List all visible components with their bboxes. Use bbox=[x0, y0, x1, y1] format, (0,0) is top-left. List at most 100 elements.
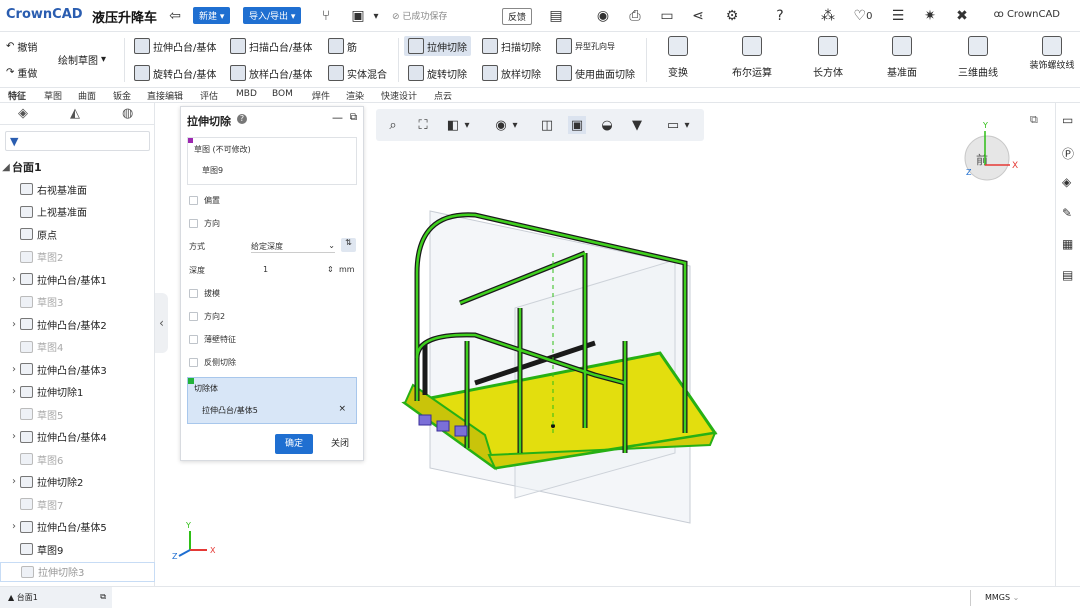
direction-checkbox[interactable]: 方向 bbox=[189, 218, 220, 229]
sketch-button[interactable]: 绘制草图 ▾ bbox=[58, 49, 106, 69]
surface-cut-button[interactable]: 使用曲面切除 bbox=[556, 63, 635, 83]
tree-item[interactable]: 上视基准面 bbox=[0, 202, 155, 222]
tree-item[interactable]: 草图2 bbox=[0, 247, 155, 267]
chevron-right-icon[interactable]: › bbox=[8, 364, 20, 375]
tree-item[interactable]: › 拉伸凸台/基体5 bbox=[0, 517, 155, 537]
feature-tree-icon[interactable]: ◈ bbox=[18, 106, 34, 122]
chevron-right-icon[interactable]: › bbox=[8, 319, 20, 330]
solid-mix-button[interactable]: 实体混合 bbox=[328, 63, 387, 83]
curve3d-button[interactable]: 三维曲线 bbox=[948, 36, 1008, 79]
save-dropdown-icon[interactable]: ▾ bbox=[370, 6, 382, 26]
loft-cut-button[interactable]: 放样切除 bbox=[482, 63, 541, 83]
flip-cut-checkbox[interactable]: 反侧切除 bbox=[189, 357, 236, 368]
branch-icon[interactable]: ⑂ bbox=[316, 6, 336, 26]
sweep-cut-button[interactable]: 扫描切除 bbox=[482, 36, 541, 56]
draft-checkbox[interactable]: 拔模 bbox=[189, 288, 220, 299]
loft-boss-button[interactable]: 放样凸台/基体 bbox=[230, 63, 312, 83]
tree-item[interactable]: › 拉伸凸台/基体4 bbox=[0, 427, 155, 447]
tab-surface[interactable]: 曲面 bbox=[78, 89, 96, 102]
minimize-icon[interactable]: — bbox=[332, 111, 343, 124]
comment-icon[interactable]: ▭ bbox=[657, 6, 677, 26]
eye-icon[interactable]: ◉ bbox=[492, 116, 510, 134]
tab-weldment[interactable]: 焊件 bbox=[312, 89, 330, 102]
print-icon[interactable]: ⎙ bbox=[625, 6, 645, 26]
parts-p-icon[interactable]: Ⓟ bbox=[1062, 145, 1075, 161]
tree-item[interactable]: › 拉伸切除2 bbox=[0, 472, 155, 492]
tab-direct-edit[interactable]: 直接编辑 bbox=[147, 89, 183, 102]
direction2-checkbox[interactable]: 方向2 bbox=[189, 311, 225, 322]
chevron-down-icon[interactable]: ▾ bbox=[510, 116, 520, 134]
rib-button[interactable]: 筋 bbox=[328, 36, 357, 56]
tab-point-cloud[interactable]: 点云 bbox=[434, 89, 452, 102]
undo-button[interactable]: ↶ 撤销 bbox=[6, 36, 37, 56]
tree-root[interactable]: ◢ 台面1 bbox=[0, 157, 155, 177]
folder-icon[interactable]: ▭ bbox=[1062, 113, 1075, 127]
display-icon[interactable]: ▤ bbox=[546, 6, 566, 26]
display-manager-icon[interactable]: ◍ bbox=[122, 106, 138, 122]
maximize-icon[interactable]: ⧉ bbox=[350, 112, 357, 123]
fit-view-icon[interactable]: ⛶ bbox=[414, 116, 432, 134]
thread-button[interactable]: 装饰螺纹线 bbox=[1024, 36, 1080, 71]
tree-item[interactable]: 草图4 bbox=[0, 337, 155, 357]
document-tab[interactable]: ▲ 台面1 ⧉ bbox=[0, 587, 112, 608]
redo-button[interactable]: ↷ 重做 bbox=[6, 62, 37, 82]
cut-body-selection-box[interactable]: 切除体 拉伸凸台/基体5 × bbox=[187, 377, 357, 424]
thin-feature-checkbox[interactable]: 薄壁特征 bbox=[189, 334, 236, 345]
tab-render[interactable]: 渲染 bbox=[346, 89, 364, 102]
tree-item[interactable]: 草图7 bbox=[0, 494, 155, 514]
revolve-cut-button[interactable]: 旋转切除 bbox=[408, 63, 467, 83]
help-icon[interactable]: ? bbox=[770, 6, 790, 26]
like-button[interactable]: ♡ 0 bbox=[848, 6, 878, 26]
wrench-icon[interactable]: ✎ bbox=[1062, 206, 1075, 220]
tree-item[interactable]: 拉伸切除3 bbox=[0, 561, 155, 582]
hole-wizard-button[interactable]: 异型孔向导 bbox=[556, 36, 615, 56]
tree-item[interactable]: 草图6 bbox=[0, 449, 155, 469]
appearance-icon[interactable]: ◒ bbox=[598, 116, 616, 134]
remove-selection-icon[interactable]: × bbox=[338, 404, 346, 414]
tree-item[interactable]: › 拉伸凸台/基体1 bbox=[0, 269, 155, 289]
close-x-icon[interactable]: ✖ bbox=[952, 6, 972, 26]
restore-view-icon[interactable]: ⧉ bbox=[1030, 113, 1038, 126]
boolean-button[interactable]: 布尔运算 bbox=[722, 36, 782, 79]
depth-input[interactable]: 1 bbox=[263, 265, 268, 274]
back-arrow-icon[interactable]: ⇦ bbox=[165, 6, 185, 26]
new-button[interactable]: 新建 ▾ bbox=[193, 7, 231, 24]
tree-item[interactable]: 草图5 bbox=[0, 404, 155, 424]
layers-icon[interactable]: ☰ bbox=[888, 6, 908, 26]
tree-item[interactable]: 草图9 bbox=[0, 539, 155, 559]
flip-direction-icon[interactable]: ⇅ bbox=[341, 238, 356, 252]
transform-button[interactable]: 变换 bbox=[648, 36, 708, 79]
ok-button[interactable]: 确定 bbox=[275, 434, 313, 454]
share-icon[interactable]: ⋖ bbox=[688, 6, 708, 26]
extrude-cut-button[interactable]: 拉伸切除 bbox=[404, 36, 471, 56]
tree-item[interactable]: › 拉伸凸台/基体3 bbox=[0, 359, 155, 379]
filter-select-icon[interactable]: ▼ bbox=[628, 116, 646, 134]
chevron-right-icon[interactable]: › bbox=[8, 431, 20, 442]
tree-item[interactable]: › 拉伸切除1 bbox=[0, 382, 155, 402]
box-button[interactable]: 长方体 bbox=[798, 36, 858, 79]
sweep-boss-button[interactable]: 扫描凸台/基体 bbox=[230, 36, 312, 56]
monitor-icon[interactable]: ▭ bbox=[664, 116, 682, 134]
search-icon[interactable]: ◉ bbox=[593, 6, 613, 26]
chevron-right-icon[interactable]: › bbox=[8, 386, 20, 397]
tree-item[interactable]: 右视基准面 bbox=[0, 179, 155, 199]
cube-library-icon[interactable]: ◈ bbox=[1062, 175, 1075, 189]
sketch-selection-box[interactable]: 草图 (不可修改) 草图9 bbox=[187, 137, 357, 185]
zoom-icon[interactable]: ⌕ bbox=[384, 116, 402, 134]
chevron-right-icon[interactable]: › bbox=[8, 476, 20, 487]
units-select[interactable]: MMGS ⌄ bbox=[970, 590, 1070, 606]
checker-icon[interactable]: ▦ bbox=[1062, 237, 1075, 251]
method-select[interactable]: 给定深度 ⌄ bbox=[251, 241, 335, 253]
feedback-button[interactable]: 反馈 bbox=[502, 8, 533, 25]
tab-window-icon[interactable]: ⧉ bbox=[100, 592, 106, 602]
tab-mbd[interactable]: MBD bbox=[236, 89, 257, 99]
list-icon[interactable]: ▤ bbox=[1062, 268, 1075, 282]
section-view-icon[interactable]: ◫ bbox=[538, 116, 556, 134]
tab-quick-design[interactable]: 快速设计 bbox=[381, 89, 417, 102]
tree-item[interactable]: 原点 bbox=[0, 224, 155, 244]
offset-checkbox[interactable]: 偏置 bbox=[189, 195, 220, 206]
tree-item[interactable]: 草图3 bbox=[0, 292, 155, 312]
light-icon[interactable]: ✷ bbox=[920, 6, 940, 26]
tab-sheetmetal[interactable]: 钣金 bbox=[113, 89, 131, 102]
tree-item[interactable]: › 拉伸凸台/基体2 bbox=[0, 314, 155, 334]
